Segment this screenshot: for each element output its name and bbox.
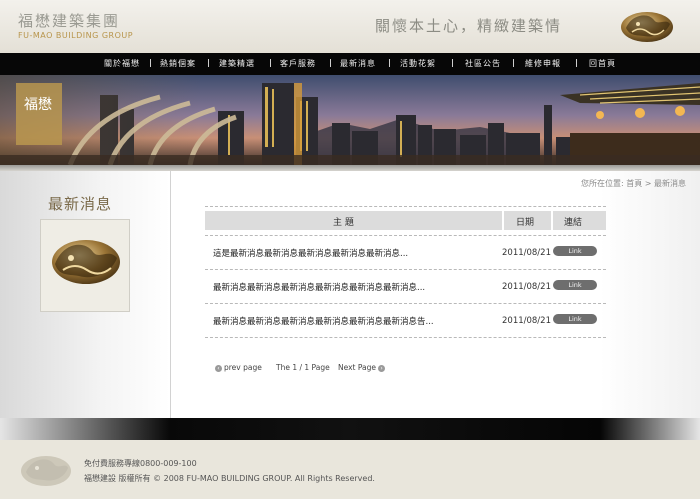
column-header-link: 連結 — [564, 218, 583, 228]
nav-item-customer-service[interactable]: 客戶服務 — [280, 58, 316, 69]
fumao-dragon-logo-icon[interactable] — [618, 6, 676, 46]
footer-divider-bar — [0, 418, 700, 440]
nav-item-home[interactable]: 回首頁 — [589, 58, 616, 69]
nav-item-event-highlights[interactable]: 活動花絮 — [400, 58, 436, 69]
prev-page-link[interactable]: ‹ prev page — [213, 363, 262, 372]
news-date: 2011/08/21 — [502, 282, 551, 292]
row-divider — [205, 337, 606, 338]
breadcrumb-current: 最新消息 — [654, 179, 687, 188]
footer-copyright: 福懋建設 版權所有 © 2008 FU-MAO BUILDING GROUP. … — [84, 474, 375, 483]
nav-item-repair-report[interactable]: 維修申報 — [525, 58, 561, 69]
table-row: 最新消息最新消息最新消息最新消息最新消息最新消息... 2011/08/21 L… — [205, 270, 606, 304]
table-header: 主 題 日期 連結 — [205, 211, 606, 230]
banner-cityscape: 福懋 — [0, 75, 700, 165]
sidebar-title: 最新消息 — [48, 195, 113, 213]
nav-divider — [452, 59, 453, 67]
nav-item-about[interactable]: 關於福懋 — [104, 58, 140, 69]
brand-name-english[interactable]: FU-MAO BUILDING GROUP — [18, 31, 133, 40]
column-divider — [502, 211, 504, 230]
brand-name-chinese[interactable]: 福懋建築集團 — [18, 10, 120, 31]
nav-divider — [208, 59, 209, 67]
nav-divider — [576, 59, 577, 67]
header-slogan: 關懷本土心，精緻建築情 — [375, 17, 563, 35]
column-header-subject: 主 題 — [333, 218, 354, 228]
page-status: The 1 / 1 Page — [276, 363, 330, 372]
column-divider — [551, 211, 553, 230]
nav-divider — [270, 59, 271, 67]
news-title-link[interactable]: 這是最新消息最新消息最新消息最新消息最新消息... — [213, 247, 408, 259]
news-link-button[interactable]: Link — [553, 246, 597, 256]
news-date: 2011/08/21 — [502, 248, 551, 258]
nav-item-selected-buildings[interactable]: 建築精選 — [219, 58, 255, 69]
sidebar-logo-box — [40, 219, 130, 312]
prev-page-label: prev page — [224, 363, 262, 372]
breadcrumb-prefix: 您所在位置: — [581, 179, 624, 188]
news-link-button[interactable]: Link — [553, 314, 597, 324]
nav-divider — [330, 59, 331, 67]
column-header-date: 日期 — [516, 218, 535, 228]
footer-hotline: 免付費服務專線0800-009-100 — [84, 459, 197, 468]
chevron-right-icon: › — [378, 364, 386, 372]
chevron-left-icon: ‹ — [215, 364, 222, 372]
table-row: 這是最新消息最新消息最新消息最新消息最新消息... 2011/08/21 Lin… — [205, 236, 606, 270]
next-page-link[interactable]: Next Page › — [338, 363, 387, 372]
nav-item-community-notice[interactable]: 社區公告 — [465, 58, 501, 69]
news-title-link[interactable]: 最新消息最新消息最新消息最新消息最新消息最新消息... — [213, 281, 425, 293]
news-link-button[interactable]: Link — [553, 280, 597, 290]
table-top-divider — [205, 206, 606, 207]
breadcrumb-home-link[interactable]: 首頁 — [626, 179, 642, 188]
next-page-label: Next Page — [338, 363, 377, 372]
fumao-dragon-logo-icon — [21, 456, 71, 486]
site-header: 福懋建築集團 FU-MAO BUILDING GROUP 關懷本土心，精緻建築情 — [0, 0, 700, 53]
site-footer — [0, 440, 700, 499]
nav-divider — [389, 59, 390, 67]
nav-item-latest-news[interactable]: 最新消息 — [340, 58, 376, 69]
breadcrumb: 您所在位置: 首頁 > 最新消息 — [581, 178, 686, 189]
nav-divider — [150, 59, 151, 67]
table-row: 最新消息最新消息最新消息最新消息最新消息最新消息告... 2011/08/21 … — [205, 304, 606, 338]
main-nav: 關於福懋 熱銷個案 建築精選 客戶服務 最新消息 活動花絮 社區公告 維修申報 … — [0, 53, 700, 75]
banner-emblem-text: 福懋 — [24, 96, 52, 113]
breadcrumb-separator: > — [644, 179, 652, 188]
news-title-link[interactable]: 最新消息最新消息最新消息最新消息最新消息最新消息告... — [213, 315, 434, 327]
fumao-dragon-logo-icon — [52, 240, 120, 284]
nav-divider — [513, 59, 514, 67]
banner-cityscape-illustration: 福懋 — [0, 75, 700, 165]
news-date: 2011/08/21 — [502, 316, 551, 326]
nav-item-hot-projects[interactable]: 熱銷個案 — [160, 58, 196, 69]
right-gutter — [600, 171, 700, 418]
